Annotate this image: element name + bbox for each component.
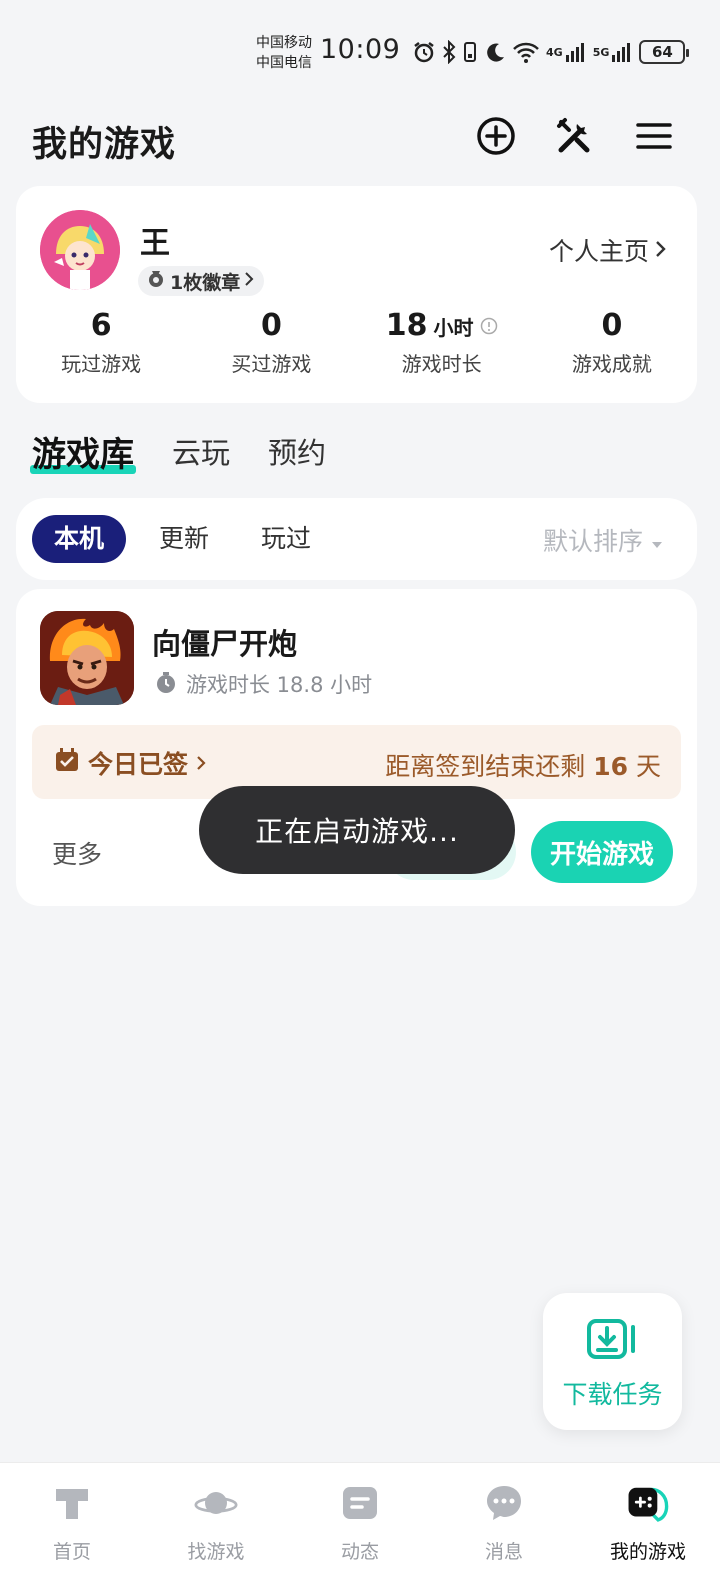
stat-value: 0 [601, 308, 623, 343]
tools-button[interactable] [553, 116, 597, 160]
checkin-remaining-prefix: 距离签到结束还剩 [385, 752, 586, 781]
nav-item-feed[interactable]: 动态 [288, 1463, 432, 1584]
vibrate-icon [462, 40, 478, 64]
tab-library[interactable]: 游戏库 [30, 427, 136, 476]
battery-level: 64 [651, 43, 673, 61]
stopwatch-icon [154, 670, 178, 699]
avatar[interactable] [40, 210, 120, 290]
page-header: 我的游戏 [0, 110, 720, 170]
carrier-names: 中国移动 中国电信 [256, 33, 312, 73]
download-tasks-label: 下载任务 [562, 1380, 663, 1409]
filter-bar: 本机 更新 玩过 默认排序 [16, 498, 697, 580]
medal-icon [146, 269, 166, 294]
signal-icon [611, 41, 633, 63]
filter-played[interactable]: 玩过 [239, 515, 333, 563]
profile-stats: 6 玩过游戏 0 买过游戏 18 小时 游戏时长 0 游戏成就 [16, 308, 697, 377]
menu-button[interactable] [632, 116, 676, 160]
nav-item-find-games[interactable]: 找游戏 [144, 1463, 288, 1584]
more-button[interactable]: 更多 [52, 835, 102, 871]
launching-toast: 正在启动游戏... [199, 786, 515, 874]
stat-label: 游戏成就 [571, 352, 652, 376]
battery-icon: 64 [639, 40, 690, 64]
tab-reservations[interactable]: 预约 [268, 430, 326, 472]
caret-down-icon [651, 526, 663, 555]
game-icon[interactable] [40, 611, 134, 705]
nav-label: 首页 [52, 1541, 91, 1563]
page-title: 我的游戏 [32, 125, 177, 165]
calendar-check-icon [54, 747, 80, 779]
stat-games-played[interactable]: 6 玩过游戏 [16, 308, 186, 377]
home-icon [50, 1481, 94, 1525]
add-circle-icon [476, 116, 516, 160]
tools-icon [555, 116, 595, 160]
bluetooth-icon [442, 40, 456, 64]
checkin-remaining-days: 16 [593, 752, 629, 781]
nav-label: 找游戏 [187, 1541, 245, 1563]
status-bar: 中国移动 中国电信 10:09 4G 5G 64 [0, 0, 720, 100]
alarm-icon [412, 40, 436, 64]
download-icon [586, 1319, 639, 1363]
badge-label: 1枚徽章 [170, 271, 241, 294]
stat-games-bought[interactable]: 0 买过游戏 [186, 308, 356, 377]
user-name: 王 [140, 226, 170, 261]
stat-value: 6 [90, 308, 112, 343]
sort-dropdown[interactable]: 默认排序 [543, 522, 663, 558]
bottom-nav: 首页 找游戏 动态 消息 我的游戏 [0, 1462, 720, 1584]
nav-item-home[interactable]: 首页 [0, 1463, 144, 1584]
nav-label: 动态 [340, 1541, 379, 1563]
moon-icon [484, 41, 506, 63]
game-title: 向僵尸开炮 [152, 627, 298, 661]
stat-play-time[interactable]: 18 小时 游戏时长 [357, 308, 527, 377]
checkin-status-label: 今日已签 [88, 750, 189, 779]
playtime-text: 游戏时长 18.8 小时 [186, 673, 373, 697]
badge-count[interactable]: 1枚徽章 [138, 266, 265, 296]
status-time: 10:09 [320, 34, 401, 65]
chevron-right-icon [655, 236, 667, 265]
homepage-label: 个人主页 [548, 237, 649, 266]
menu-icon [634, 116, 674, 160]
status-icons: 4G 5G 64 [412, 36, 690, 68]
network-4g-label: 4G [546, 45, 563, 59]
wifi-icon [512, 40, 540, 64]
filter-updates[interactable]: 更新 [137, 515, 231, 563]
checkin-remaining: 距离签到结束还剩 16 天 [385, 747, 661, 783]
stat-label: 游戏时长 [401, 352, 482, 376]
chat-icon [482, 1481, 526, 1525]
chevron-right-icon [244, 270, 254, 292]
checkin-remaining-suffix: 天 [635, 752, 661, 781]
checkin-status[interactable]: 今日已签 [54, 745, 206, 781]
feed-icon [338, 1481, 382, 1525]
carrier-1: 中国移动 [256, 35, 312, 51]
tab-cloud-play[interactable]: 云玩 [172, 430, 230, 472]
stat-value: 0 [260, 308, 282, 343]
nav-label: 消息 [484, 1541, 523, 1563]
planet-icon [194, 1481, 238, 1525]
profile-card: 王 1枚徽章 个人主页 6 玩过游戏 0 买过游戏 18 小时 游戏时长 0 游… [16, 186, 697, 403]
info-icon[interactable] [480, 308, 498, 343]
nav-label: 我的游戏 [609, 1541, 686, 1563]
nav-item-my-games[interactable]: 我的游戏 [576, 1463, 720, 1584]
stat-label: 买过游戏 [231, 352, 312, 376]
download-tasks-button[interactable]: 下载任务 [543, 1293, 682, 1430]
nav-item-messages[interactable]: 消息 [432, 1463, 576, 1584]
add-button[interactable] [474, 116, 518, 160]
library-tabs: 游戏库 云玩 预约 [30, 426, 326, 476]
gamepad-icon [626, 1481, 670, 1525]
sort-label: 默认排序 [542, 527, 643, 556]
filter-local[interactable]: 本机 [32, 515, 127, 563]
network-5g-label: 5G [592, 45, 610, 59]
stat-unit: 小时 [433, 316, 474, 340]
start-game-button[interactable]: 开始游戏 [531, 821, 673, 883]
stat-value: 18 [385, 308, 428, 343]
profile-homepage-link[interactable]: 个人主页 [549, 232, 667, 268]
stat-achievements[interactable]: 0 游戏成就 [527, 308, 697, 377]
game-playtime: 游戏时长 18.8 小时 [154, 669, 372, 699]
chevron-right-icon [196, 749, 206, 778]
stat-label: 玩过游戏 [61, 352, 142, 376]
signal-icon [565, 41, 587, 63]
carrier-2: 中国电信 [256, 55, 312, 71]
